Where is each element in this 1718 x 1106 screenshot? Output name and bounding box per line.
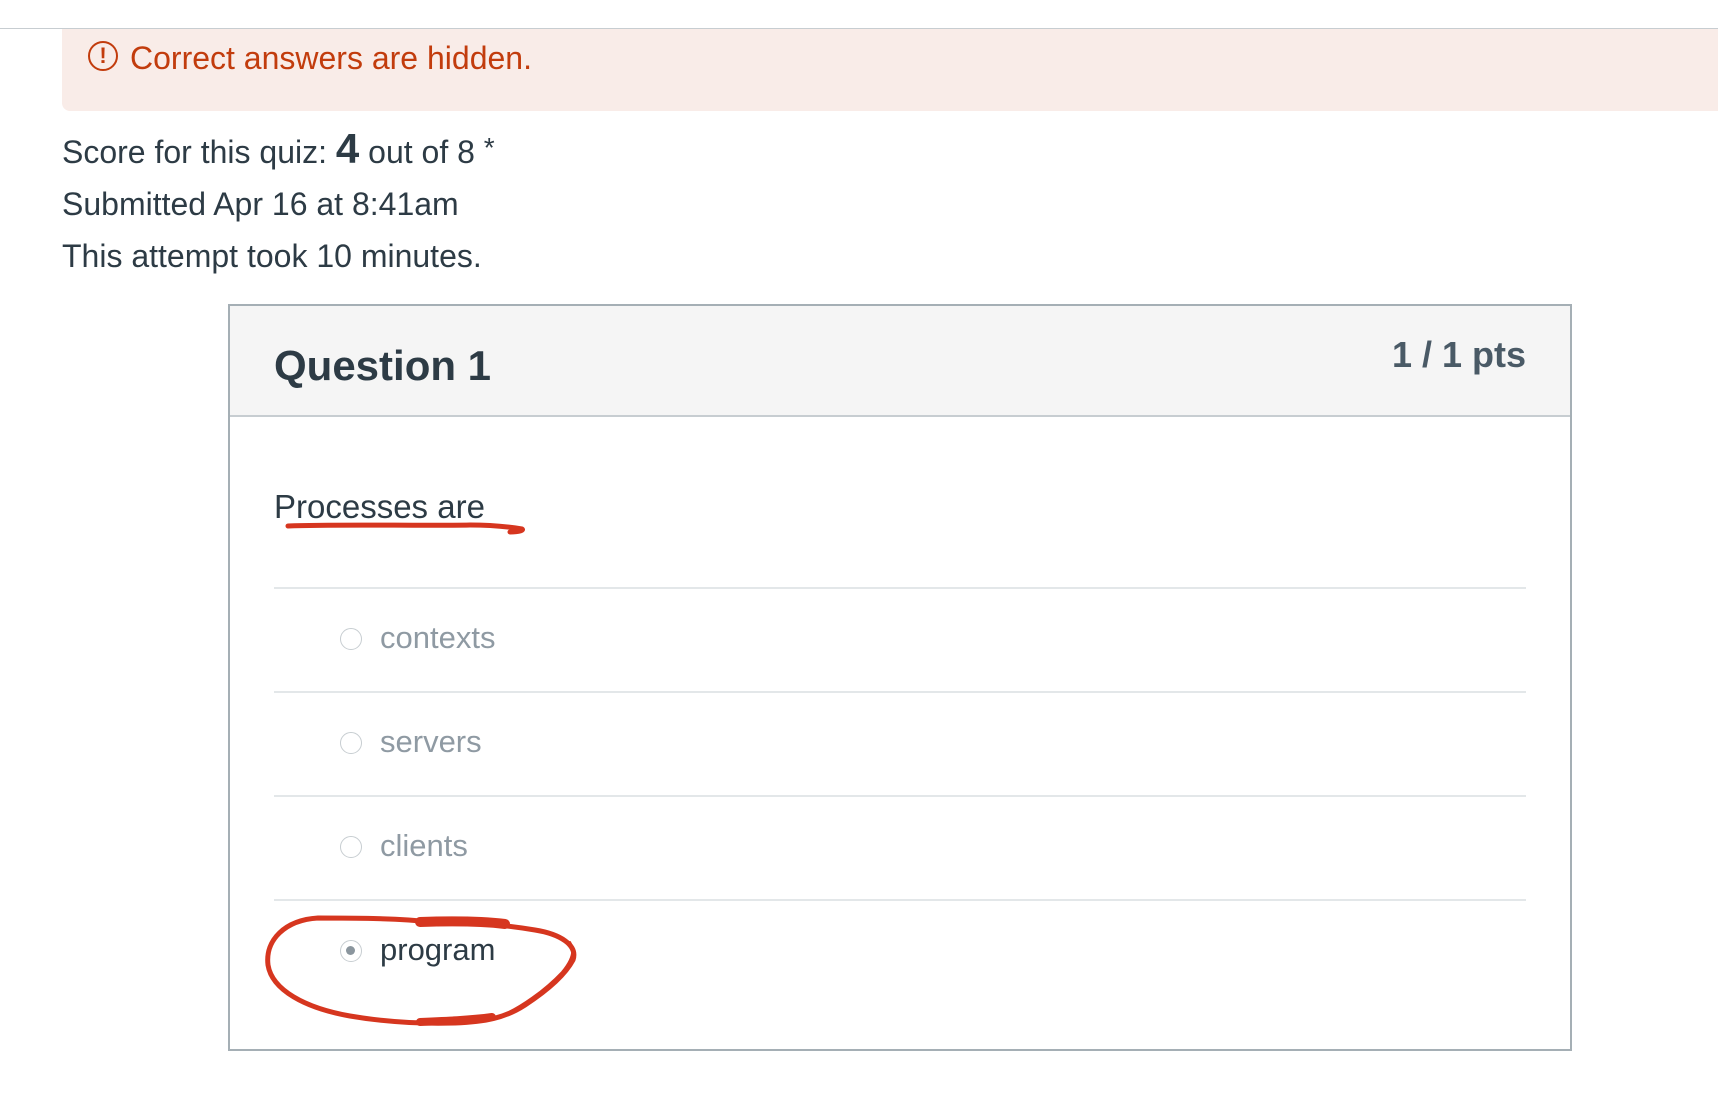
question-title: Question 1	[274, 342, 492, 389]
score-line: Score for this quiz: 4 out of 8 *	[62, 122, 495, 178]
attempt-duration: This attempt took 10 minutes.	[62, 238, 482, 274]
answer-label: contexts	[380, 620, 496, 655]
score-asterisk: *	[483, 132, 495, 163]
answer-option[interactable]: contexts	[274, 587, 1526, 691]
quiz-summary: Score for this quiz: 4 out of 8 * Submit…	[62, 122, 495, 282]
answer-label: program	[380, 932, 496, 967]
question-card: Question 1 1 / 1 pts Processes are conte…	[228, 304, 1572, 1051]
answer-option[interactable]: clients	[274, 795, 1526, 899]
alert-text: Correct answers are hidden.	[130, 40, 532, 76]
score-suffix: out of 8	[359, 134, 484, 170]
answer-list: contexts servers clients program	[274, 587, 1526, 1003]
answer-label: clients	[380, 828, 468, 863]
score-prefix: Score for this quiz:	[62, 134, 336, 170]
question-text: Processes are	[274, 488, 485, 525]
radio-button-selected[interactable]	[340, 940, 362, 962]
correct-answers-hidden-alert: ! Correct answers are hidden.	[62, 29, 1718, 111]
answer-label: servers	[380, 724, 482, 759]
submitted-time: Submitted Apr 16 at 8:41am	[62, 186, 459, 222]
answer-option-selected[interactable]: program	[274, 899, 1526, 1003]
score-value: 4	[335, 125, 360, 172]
answer-option[interactable]: servers	[274, 691, 1526, 795]
question-points: 1 / 1 pts	[1391, 334, 1526, 375]
exclamation-circle-icon: !	[88, 41, 118, 71]
radio-button[interactable]	[340, 836, 362, 858]
question-header: Question 1 1 / 1 pts	[230, 306, 1570, 417]
radio-button[interactable]	[340, 628, 362, 650]
radio-button[interactable]	[340, 732, 362, 754]
